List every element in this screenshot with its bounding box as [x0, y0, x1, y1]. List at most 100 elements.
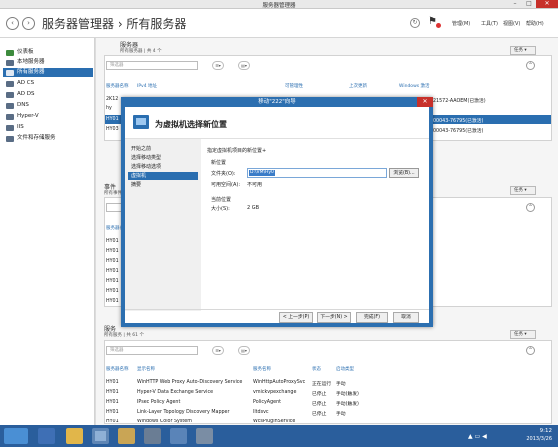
event-row-server[interactable]: HY01: [106, 249, 119, 254]
powershell-taskbar-icon[interactable]: [38, 428, 55, 444]
next-button[interactable]: 下一步(N) >: [317, 312, 351, 323]
menu-help[interactable]: 帮助(H): [526, 20, 544, 27]
folder-input[interactable]: D:\VM\Hy0: [247, 168, 387, 178]
services-column-options-button[interactable]: ▤▾: [238, 346, 250, 355]
close-icon[interactable]: ✕: [536, 0, 558, 8]
svc-row-server[interactable]: HY01: [106, 400, 119, 405]
prev-button[interactable]: < 上一步(P): [279, 312, 313, 323]
svc-col-display[interactable]: 显示名称: [137, 366, 155, 372]
svc-col-service[interactable]: 服务名称: [253, 366, 271, 372]
tool-taskbar-icon[interactable]: [196, 428, 213, 444]
sidebar-item-adcs[interactable]: AD CS: [3, 79, 93, 88]
server-row-activation: 00043-76795(已激活): [433, 119, 484, 124]
svc-row-service: lltdsvc: [253, 410, 269, 415]
svc-row-start: 手动: [336, 412, 346, 417]
svc-row-display: Windows Color System: [137, 419, 192, 424]
page-title: 服务器管理器 › 所有服务器: [42, 17, 187, 31]
sidebar-item-dashboard[interactable]: 仪表板: [3, 48, 93, 57]
event-row-server[interactable]: HY01: [106, 259, 119, 264]
services-collapse-icon[interactable]: ⌃: [526, 346, 535, 355]
events-collapse-icon[interactable]: ⌃: [526, 203, 535, 212]
event-row-server[interactable]: HY01: [106, 299, 119, 304]
col-server-name[interactable]: 服务器名称: [106, 83, 129, 89]
browse-button[interactable]: 浏览(B)...: [389, 168, 419, 178]
explorer-taskbar-icon[interactable]: [66, 428, 83, 444]
server-row-name[interactable]: HY01: [106, 117, 119, 122]
servers-tasks-button[interactable]: 任务 ▾: [510, 46, 536, 55]
svc-row-display: Link-Layer Topology Discovery Mapper: [137, 410, 230, 415]
col-manageability[interactable]: 可管理性: [285, 83, 303, 89]
available-space-label: 可用空间(A):: [211, 182, 241, 188]
events-tasks-button[interactable]: 任务 ▾: [510, 186, 536, 195]
svc-row-status: 已停止: [312, 402, 327, 407]
svc-row-display: Hyper-V Data Exchange Service: [137, 390, 214, 395]
svc-col-status[interactable]: 状态: [312, 366, 321, 372]
col-last-update[interactable]: 上次更新: [349, 83, 367, 89]
sidebar-item-label: DNS: [17, 102, 29, 108]
svc-row-display: WinHTTP Web Proxy Auto-Discovery Service: [137, 380, 243, 385]
adds-icon: [6, 92, 14, 98]
svc-col-start[interactable]: 启动类型: [336, 366, 354, 372]
sidebar-item-label: 文件和存储服务: [17, 135, 56, 141]
servers-collapse-icon[interactable]: ⌃: [526, 61, 535, 70]
wizard-step-before-you-begin[interactable]: 开始之前: [128, 145, 198, 153]
tray-icons[interactable]: ▲ ▭ ◀: [468, 433, 487, 440]
svc-row-server[interactable]: HY01: [106, 410, 119, 415]
minimize-icon[interactable]: –: [508, 0, 522, 8]
hyperv-taskbar-icon[interactable]: [144, 428, 161, 444]
refresh-icon[interactable]: ↻: [410, 18, 420, 28]
clock-date[interactable]: 2013/3/26: [510, 436, 552, 442]
list-options-button[interactable]: ☰▾: [212, 61, 224, 70]
window-title: 服务器管理器: [262, 3, 296, 9]
menu-view[interactable]: 视图(V): [503, 20, 520, 27]
sidebar-item-adds[interactable]: AD DS: [3, 90, 93, 99]
svc-row-server[interactable]: HY01: [106, 419, 119, 424]
wizard-step-virtual-machine[interactable]: 虚拟机: [128, 172, 198, 180]
cancel-button[interactable]: 取消: [393, 312, 419, 323]
sidebar-item-all-servers[interactable]: 所有服务器: [3, 68, 93, 77]
menu-manage[interactable]: 管理(M): [452, 20, 470, 27]
size-value: 2 GB: [247, 205, 260, 211]
svc-row-server[interactable]: HY01: [106, 390, 119, 395]
server-row-name[interactable]: hy: [106, 106, 112, 111]
maximize-icon[interactable]: □: [522, 0, 536, 8]
event-row-server[interactable]: HY01: [106, 289, 119, 294]
files-taskbar-icon[interactable]: [118, 428, 135, 444]
server-row-name[interactable]: 2K12: [106, 97, 118, 102]
sidebar-item-storage[interactable]: 文件和存储服务: [3, 134, 93, 143]
wizard-step-move-options[interactable]: 选择移动选项: [128, 163, 198, 171]
col-ipv4[interactable]: IPv4 地址: [137, 83, 157, 89]
notification-badge: [436, 23, 441, 28]
column-options-button[interactable]: ▤▾: [238, 61, 250, 70]
servers-filter-input[interactable]: 筛选器: [106, 61, 198, 70]
sidebar-item-label: IIS: [17, 124, 24, 130]
services-list-options-button[interactable]: ☰▾: [212, 346, 224, 355]
event-row-server[interactable]: HY01: [106, 279, 119, 284]
col-activation[interactable]: Windows 激活: [399, 83, 430, 89]
back-button[interactable]: ‹: [6, 17, 19, 30]
services-tasks-button[interactable]: 任务 ▾: [510, 330, 536, 339]
event-row-server[interactable]: HY01: [106, 239, 119, 244]
forward-button[interactable]: ›: [22, 17, 35, 30]
network-taskbar-icon[interactable]: [170, 428, 187, 444]
server-manager-taskbar-icon[interactable]: [92, 428, 109, 444]
clock-time[interactable]: 9:12: [514, 428, 552, 434]
start-icon[interactable]: [4, 428, 28, 444]
svc-row-server[interactable]: HY01: [106, 380, 119, 385]
sidebar-item-local-server[interactable]: 本地服务器: [3, 58, 93, 67]
event-row-server[interactable]: HY01: [106, 269, 119, 274]
svc-col-server[interactable]: 服务器名称: [106, 366, 129, 372]
hyperv-icon: [6, 114, 14, 120]
sidebar-item-hyperv[interactable]: Hyper-V: [3, 112, 93, 121]
sidebar-item-dns[interactable]: DNS: [3, 101, 93, 110]
wizard-step-move-type[interactable]: 选择移动类型: [128, 154, 198, 162]
finish-button[interactable]: 完成(F): [356, 312, 388, 323]
server-row-name[interactable]: HY03: [106, 127, 119, 132]
dialog-close-icon[interactable]: ✕: [417, 97, 433, 107]
storage-icon: [6, 136, 14, 142]
sidebar-item-label: 所有服务器: [17, 69, 45, 75]
services-filter-input[interactable]: 筛选器: [106, 346, 198, 355]
wizard-step-summary[interactable]: 摘要: [128, 181, 198, 189]
menu-tools[interactable]: 工具(T): [481, 20, 498, 27]
sidebar-item-iis[interactable]: IIS: [3, 123, 93, 132]
